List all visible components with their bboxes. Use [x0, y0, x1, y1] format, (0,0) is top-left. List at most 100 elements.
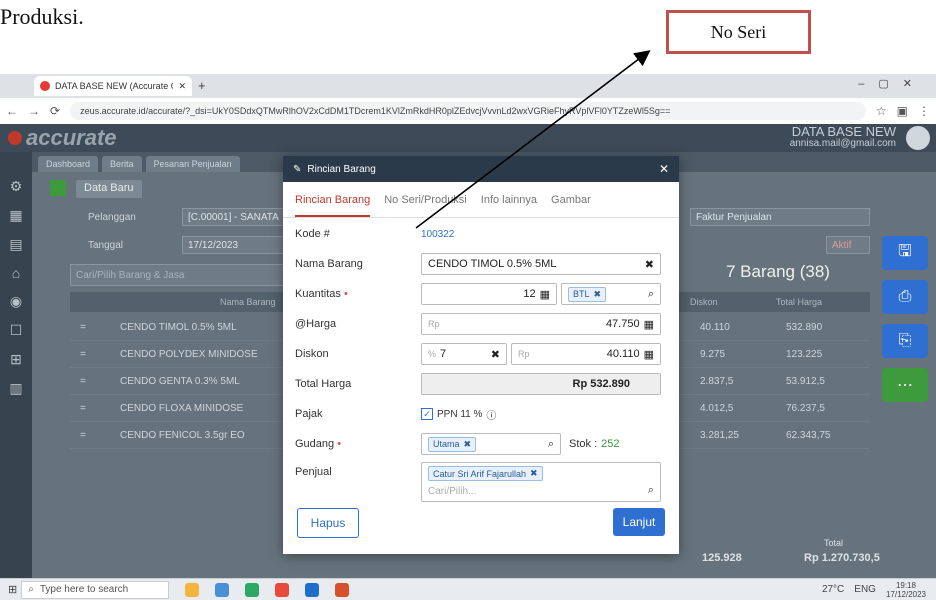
document-text: Produksi. [0, 4, 84, 29]
total-harga-label: Total Harga [295, 378, 352, 390]
purchase-icon[interactable]: ◉ [10, 293, 22, 310]
pencil-icon: ✎ [293, 163, 302, 175]
weather[interactable]: 27°C [822, 584, 844, 595]
stok-value: 252 [601, 438, 620, 450]
nama-barang-value: CENDO TIMOL 0.5% 5ML [428, 258, 557, 270]
sales-icon[interactable]: ⊞ [10, 351, 22, 368]
taskbar-app-icon[interactable] [245, 582, 260, 597]
windows-start-icon[interactable]: ⊞ [8, 583, 17, 596]
save-button[interactable]: 🖫 [882, 236, 928, 270]
tab-rincian-barang[interactable]: Rincian Barang [295, 194, 371, 217]
gudang-label: Gudang • [295, 438, 342, 450]
info-icon[interactable]: ⓘ [486, 407, 496, 422]
clock[interactable]: 19:18 17/12/2023 [886, 581, 926, 599]
row-diskon: 40.110 [700, 321, 730, 333]
browser-tab[interactable]: DATA BASE NEW (Accurate On ✕ [34, 76, 192, 96]
tanggal-input[interactable]: 17/12/2023 [182, 236, 292, 254]
subtotal-value: 125.928 [702, 552, 742, 564]
close-icon[interactable]: ✕ [659, 162, 669, 176]
percent-prefix: % [428, 349, 437, 359]
tab-berita[interactable]: Berita [102, 156, 142, 172]
address-bar: ← → ⟳ zeus.accurate.id/accurate/?_dsi=Uk… [0, 98, 936, 124]
pajak-label: Pajak [295, 408, 323, 420]
db-email: annisa.mail@gmail.com [789, 138, 896, 149]
kuantitas-input[interactable]: 12 ▦ [421, 283, 557, 305]
windows-taskbar: ⊞ ⌕ Type here to search 27°C ENG 19:18 17/… [0, 578, 936, 600]
taskbar-search[interactable]: ⌕ Type here to search [21, 580, 170, 599]
kode-row: Kode # 100322 [295, 220, 667, 248]
cart-icon[interactable]: ☐ [10, 322, 23, 339]
data-baru-tab[interactable]: Data Baru [76, 180, 142, 198]
accurate-favicon-icon [40, 81, 50, 91]
taskbar-app-icon[interactable] [275, 582, 290, 597]
rp-prefix: Rp [518, 349, 530, 359]
reload-icon[interactable]: ⟳ [50, 104, 60, 118]
tab-pesanan-penjualan[interactable]: Pesanan Penjualan [145, 156, 240, 172]
penjual-select[interactable]: Catur Sri Arif Fajarullah ✖ Cari/Pilih...… [421, 462, 661, 502]
new-tab-icon[interactable]: + [198, 78, 206, 93]
search-icon[interactable]: ⌕ [548, 438, 554, 451]
kode-label: Kode # [295, 228, 330, 240]
ledger-icon[interactable]: ▤ [9, 236, 22, 253]
tab-info-lainnya[interactable]: Info lainnya [481, 194, 537, 206]
gudang-select[interactable]: Utama ✖ ⌕ [421, 433, 561, 455]
language[interactable]: ENG [854, 584, 876, 595]
diskon-amount-input[interactable]: Rp 40.110 ▦ [511, 343, 661, 365]
nama-row: Nama Barang CENDO TIMOL 0.5% 5ML ✖ [295, 250, 667, 278]
back-icon[interactable]: ← [6, 104, 18, 118]
row-total: 53.912,5 [786, 375, 825, 387]
search-icon: ⌕ [28, 584, 34, 595]
forward-icon[interactable]: → [28, 104, 40, 118]
taskbar-app-icon[interactable] [185, 582, 200, 597]
attach-button[interactable]: ⎘ [882, 324, 928, 358]
taskbar-search-placeholder: Type here to search [39, 584, 129, 595]
list-button[interactable] [50, 180, 66, 196]
url-input[interactable]: zeus.accurate.id/accurate/?_dsi=UkY0SDdx… [70, 102, 866, 120]
avatar[interactable] [906, 126, 930, 150]
tab-no-seri-produksi[interactable]: No Seri/Produksi [384, 194, 467, 206]
diskon-percent-input[interactable]: % 7 ✖ [421, 343, 507, 365]
pajak-row: Pajak ✓ PPN 11 % ⓘ [295, 400, 667, 428]
kode-value[interactable]: 100322 [421, 229, 454, 240]
action-buttons: 🖫 ⎙ ⎘ ⋯ [882, 236, 928, 402]
row-diskon: 3.281,25 [700, 429, 739, 441]
menu-icon[interactable]: ⋮ [918, 104, 930, 118]
clear-icon[interactable]: ✖ [645, 258, 654, 271]
hapus-button[interactable]: Hapus [297, 508, 359, 538]
search-icon[interactable]: ⌕ [648, 288, 654, 301]
taskbar-app-icon[interactable] [215, 582, 230, 597]
harga-input[interactable]: Rp 47.750 ▦ [421, 313, 661, 335]
bank-icon[interactable]: ⌂ [12, 265, 20, 281]
nama-barang-input[interactable]: CENDO TIMOL 0.5% 5ML ✖ [421, 253, 661, 275]
modal-tabs: Rincian Barang No Seri/Produksi Info lai… [283, 182, 679, 218]
calculator-icon[interactable]: ▦ [644, 348, 654, 361]
settings-icon[interactable]: ⚙ [10, 178, 23, 195]
tab-gambar[interactable]: Gambar [551, 194, 591, 206]
unit-select[interactable]: BTL ✖ ⌕ [561, 283, 661, 305]
gudang-chip: Utama ✖ [428, 436, 477, 452]
row-diskon: 4.012,5 [700, 402, 734, 414]
taskbar-app-icon[interactable] [335, 582, 350, 597]
search-icon[interactable]: ⌕ [648, 484, 654, 497]
window-controls[interactable]: –▢✕ [858, 77, 926, 90]
checkbox-check-icon: ✓ [421, 408, 433, 420]
tab-dashboard[interactable]: Dashboard [38, 156, 99, 172]
company-icon[interactable]: ▦ [9, 207, 22, 224]
taskbar-app-icon[interactable] [305, 582, 320, 597]
more-button[interactable]: ⋯ [882, 368, 928, 402]
aktif-button[interactable]: Aktif [826, 236, 870, 254]
calculator-icon[interactable]: ▦ [540, 288, 550, 301]
extensions-icon[interactable]: ▣ [897, 104, 908, 118]
report-icon[interactable]: ▥ [9, 380, 22, 397]
lanjut-button[interactable]: Lanjut [613, 508, 665, 536]
database-badge[interactable]: DATA BASE NEW annisa.mail@gmail.com [789, 125, 896, 150]
faktur-select[interactable]: Faktur Penjualan [690, 208, 870, 226]
pelanggan-input[interactable]: [C.00001] - SANATA [182, 208, 292, 226]
calculator-icon[interactable]: ▦ [644, 318, 654, 331]
print-button[interactable]: ⎙ [882, 280, 928, 314]
tanggal-label: Tanggal [88, 240, 124, 251]
close-tab-icon[interactable]: ✕ [178, 81, 186, 92]
bookmark-star-icon[interactable]: ☆ [876, 104, 887, 118]
clear-icon[interactable]: ✖ [491, 348, 500, 361]
ppn-checkbox[interactable]: ✓ PPN 11 % ⓘ [421, 407, 496, 422]
